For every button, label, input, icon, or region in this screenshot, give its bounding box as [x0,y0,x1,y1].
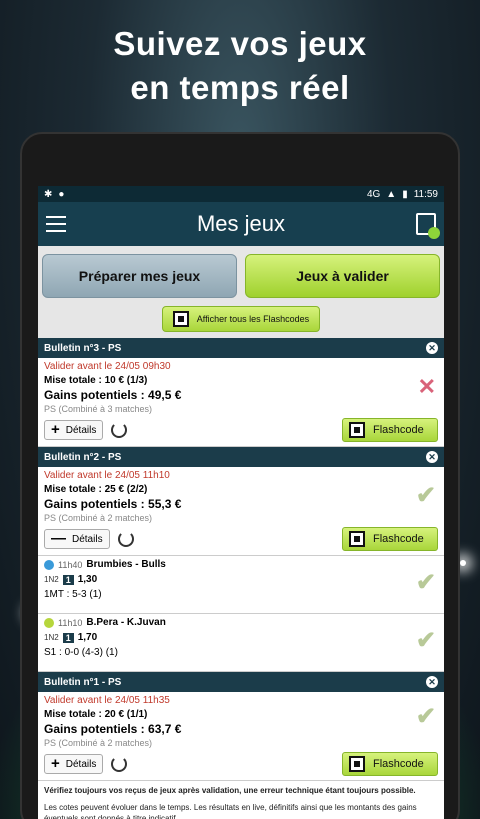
flashcode-label: Flashcode [373,533,424,545]
battery-icon: ▮ [402,188,408,200]
settings-icon: ✱ [44,188,53,200]
check-icon: ✔ [415,703,436,730]
bulletin-title: Bulletin n°1 - PS [44,676,122,688]
signal-icon: ▲ [386,188,397,200]
stadium-light [460,560,466,566]
bet-type: 1N2 [44,633,59,642]
cancelled-icon: ✕ [417,374,436,399]
minus-icon: — [51,530,66,547]
qr-code-icon [172,311,189,327]
info-note: Les cotes peuvent évoluer dans le temps.… [44,803,417,819]
bulletin-header: Bulletin n°2 - PS ✕ [38,447,444,467]
warning-note: Vérifiez toujours vos reçus de jeux aprè… [44,786,416,795]
match-result: S1 : 0-0 (4-3) (1) [44,647,118,658]
deadline-text: Valider avant le 24/05 11h35 [44,695,170,706]
match-result: 1MT : 5-3 (1) [44,589,102,600]
check-icon: ✔ [415,569,436,596]
match-time: 11h10 [58,617,83,628]
bulletin-header: Bulletin n°3 - PS ✕ [38,338,444,358]
close-icon[interactable]: ✕ [426,342,438,354]
match-time: 11h40 [58,559,83,570]
flashcode-button[interactable]: Flashcode [342,527,438,551]
bulletin-card: Valider avant le 24/05 11h35 Mise totale… [38,692,444,781]
gains-text: Gains potentiels : 49,5 € [44,388,182,402]
details-label: Détails [65,758,97,770]
pick-badge: 1 [62,574,74,585]
match-teams: Brumbies - Bulls [86,559,166,570]
deadline-text: Valider avant le 24/05 09h30 [44,361,171,372]
app-screen: ✱ ● 4G ▲ ▮ 11:59 Mes jeux Préparer mes j… [38,186,444,819]
flashcode-button[interactable]: Flashcode [342,752,438,776]
page-title: Mes jeux [196,211,286,236]
details-button[interactable]: — Détails [44,529,110,549]
circle-icon: ● [58,188,65,200]
plus-icon: + [51,421,60,438]
close-icon[interactable]: ✕ [426,676,438,688]
refresh-icon[interactable] [111,756,128,772]
match-row[interactable]: 11h10 B.Pera - K.Juvan 1N2 1 1,70 S1 : 0… [38,614,444,672]
promo-line-2: en temps réel [130,69,350,106]
stake-text: Mise totale : 20 € (1/1) [44,709,148,720]
refresh-icon[interactable] [117,531,134,547]
footer-notes: Vérifiez toujours vos reçus de jeux aprè… [38,781,444,819]
bulletin-title: Bulletin n°2 - PS [44,451,122,463]
close-icon[interactable]: ✕ [426,451,438,463]
tennis-icon [44,617,54,628]
combo-text: PS (Combiné à 2 matches) [44,738,153,748]
deadline-text: Valider avant le 24/05 11h10 [44,470,170,481]
flashcode-label: Flashcode [373,758,424,770]
gains-text: Gains potentiels : 63,7 € [44,722,182,736]
bulletin-title: Bulletin n°3 - PS [44,342,122,354]
menu-icon[interactable] [46,216,66,232]
plus-icon: + [51,755,60,772]
details-button[interactable]: + Détails [44,420,104,440]
stake-text: Mise totale : 25 € (2/2) [44,484,148,495]
tabs-area: Préparer mes jeux Jeux à valider Affiche… [38,246,444,338]
qr-code-icon [349,531,365,547]
app-bar: Mes jeux [38,202,444,246]
details-button[interactable]: + Détails [44,754,104,774]
betslip-icon[interactable] [416,213,440,239]
combo-text: PS (Combiné à 3 matches) [44,404,153,414]
check-icon: ✔ [415,482,436,509]
bulletin-header: Bulletin n°1 - PS ✕ [38,672,444,692]
flashcode-label: Flashcode [373,424,424,436]
qr-code-icon [349,422,365,438]
bulletin-card: Valider avant le 24/05 11h10 Mise totale… [38,467,444,556]
combo-text: PS (Combiné à 2 matches) [44,513,153,523]
pick-badge: 1 [62,632,74,643]
match-teams: B.Pera - K.Juvan [86,617,166,628]
status-bar: ✱ ● 4G ▲ ▮ 11:59 [38,186,444,202]
show-all-flashcodes-button[interactable]: Afficher tous les Flashcodes [161,306,321,332]
tab-validate[interactable]: Jeux à valider [245,254,440,298]
promo-headline: Suivez vos jeux en temps réel [0,22,480,110]
rugby-icon [44,559,54,570]
bet-type: 1N2 [44,575,59,584]
odds: 1,30 [77,574,98,585]
promo-line-1: Suivez vos jeux [113,25,367,62]
qr-code-icon [349,756,365,772]
tab-prepare[interactable]: Préparer mes jeux [42,254,237,298]
network-indicator: 4G [366,188,381,200]
show-all-flashcodes-label: Afficher tous les Flashcodes [196,314,310,324]
tablet-frame: ✱ ● 4G ▲ ▮ 11:59 Mes jeux Préparer mes j… [20,132,460,819]
flashcode-button[interactable]: Flashcode [342,418,438,442]
details-label: Détails [65,424,97,436]
stake-text: Mise totale : 10 € (1/3) [44,375,148,386]
check-icon: ✔ [415,627,436,654]
bulletin-card: Valider avant le 24/05 09h30 Mise totale… [38,358,444,447]
match-row[interactable]: 11h40 Brumbies - Bulls 1N2 1 1,30 1MT : … [38,556,444,614]
details-label: Détails [72,533,103,545]
gains-text: Gains potentiels : 55,3 € [44,497,182,511]
clock: 11:59 [413,188,438,200]
refresh-icon[interactable] [111,422,128,438]
odds: 1,70 [77,632,98,643]
